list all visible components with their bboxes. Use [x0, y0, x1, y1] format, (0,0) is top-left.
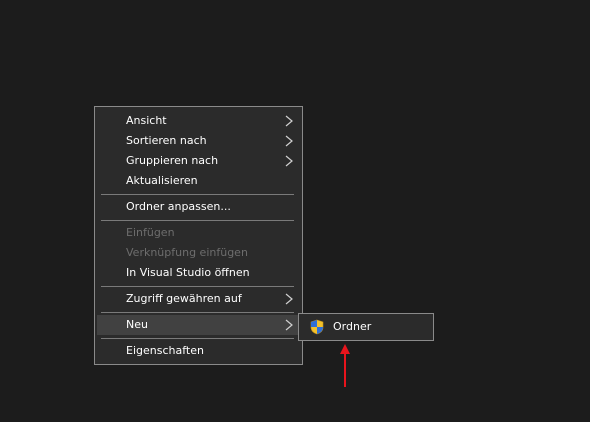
menu-item-label: Sortieren nach [126, 134, 207, 147]
red-arrow-annotation [340, 344, 350, 387]
chevron-right-icon [285, 155, 293, 167]
menu-item-verknuepfung-einfuegen: Verknüpfung einfügen [97, 243, 300, 263]
menu-item-label: Zugriff gewähren auf [126, 292, 242, 305]
menu-separator [101, 194, 294, 195]
menu-item-zugriff-gewaehren-auf[interactable]: Zugriff gewähren auf [97, 289, 300, 309]
menu-item-label: Neu [126, 318, 148, 331]
menu-item-label: Einfügen [126, 226, 175, 239]
context-menu: Ansicht Sortieren nach Gruppieren nach A… [94, 106, 303, 365]
submenu-neu: Ordner [298, 313, 434, 341]
menu-item-gruppieren-nach[interactable]: Gruppieren nach [97, 151, 300, 171]
menu-item-label: Verknüpfung einfügen [126, 246, 248, 259]
submenu-item-ordner[interactable]: Ordner [301, 316, 431, 338]
menu-item-sortieren-nach[interactable]: Sortieren nach [97, 131, 300, 151]
menu-item-label: In Visual Studio öffnen [126, 266, 250, 279]
submenu-item-label: Ordner [333, 320, 372, 333]
chevron-right-icon [285, 115, 293, 127]
chevron-right-icon [285, 319, 293, 331]
arrow-shaft [344, 353, 346, 387]
menu-item-einfuegen: Einfügen [97, 223, 300, 243]
menu-separator [101, 338, 294, 339]
menu-item-neu[interactable]: Neu [97, 315, 300, 335]
menu-item-label: Eigenschaften [126, 344, 204, 357]
menu-item-label: Gruppieren nach [126, 154, 219, 167]
chevron-right-icon [285, 293, 293, 305]
menu-item-ansicht[interactable]: Ansicht [97, 111, 300, 131]
arrow-head [340, 344, 350, 354]
menu-separator [101, 312, 294, 313]
menu-separator [101, 220, 294, 221]
menu-item-eigenschaften[interactable]: Eigenschaften [97, 341, 300, 361]
menu-item-aktualisieren[interactable]: Aktualisieren [97, 171, 300, 191]
menu-item-in-visual-studio-oeffnen[interactable]: In Visual Studio öffnen [97, 263, 300, 283]
menu-item-label: Ordner anpassen... [126, 200, 231, 213]
menu-item-ordner-anpassen[interactable]: Ordner anpassen... [97, 197, 300, 217]
menu-item-label: Ansicht [126, 114, 167, 127]
folder-shield-icon [310, 319, 324, 335]
chevron-right-icon [285, 135, 293, 147]
menu-separator [101, 286, 294, 287]
menu-item-label: Aktualisieren [126, 174, 198, 187]
